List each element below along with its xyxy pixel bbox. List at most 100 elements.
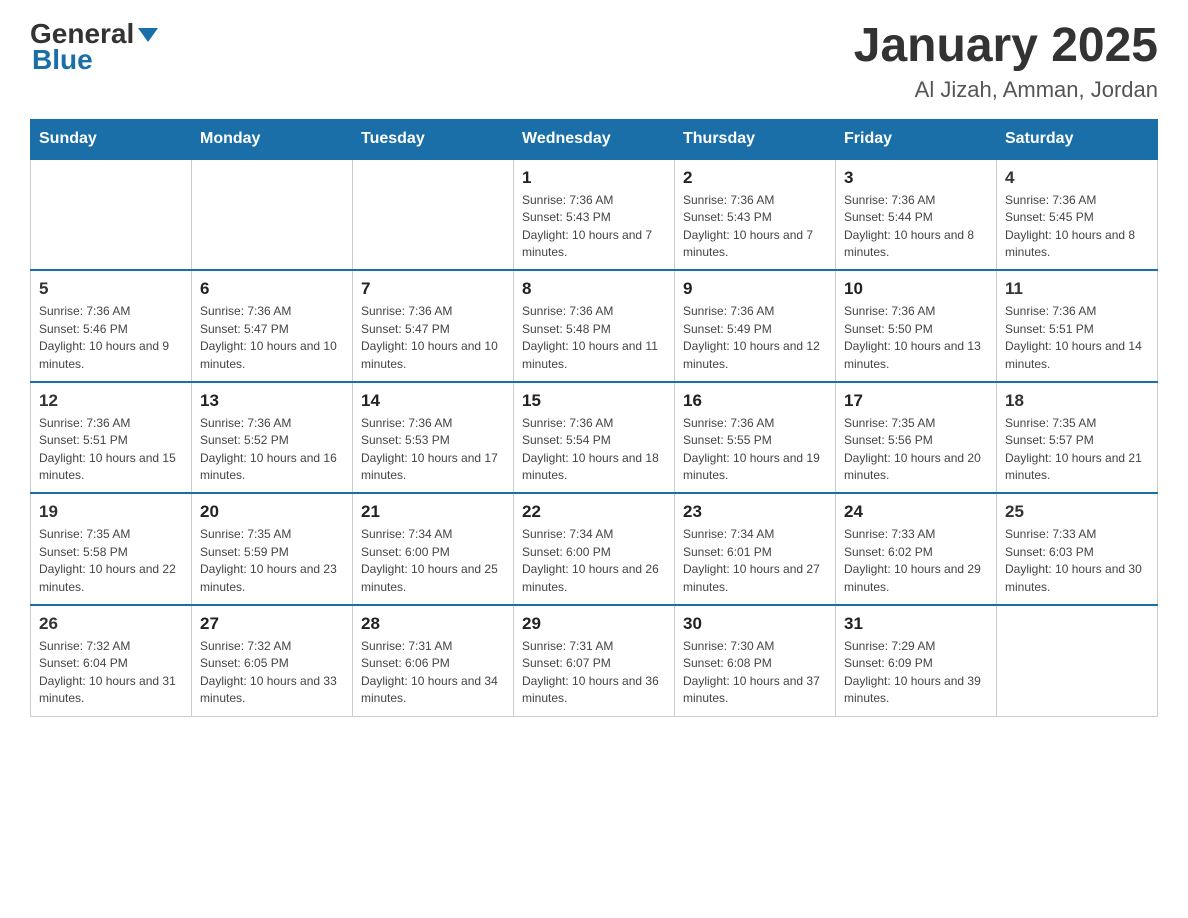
day-cell: 14 Sunrise: 7:36 AMSunset: 5:53 PMDayligh… xyxy=(353,382,514,494)
day-info: Sunrise: 7:34 AMSunset: 6:00 PMDaylight:… xyxy=(361,526,505,596)
title-block: January 2025 Al Jizah, Amman, Jordan xyxy=(854,20,1158,103)
day-info: Sunrise: 7:36 AMSunset: 5:48 PMDaylight:… xyxy=(522,303,666,373)
day-cell: 13 Sunrise: 7:36 AMSunset: 5:52 PMDayligh… xyxy=(192,382,353,494)
day-number: 23 xyxy=(683,502,827,522)
day-number: 27 xyxy=(200,614,344,634)
day-number: 20 xyxy=(200,502,344,522)
day-cell: 4 Sunrise: 7:36 AMSunset: 5:45 PMDaylight… xyxy=(997,159,1158,271)
day-cell: 30Sunrise: 7:30 AMSunset: 6:08 PMDayligh… xyxy=(675,605,836,716)
header-friday: Friday xyxy=(836,119,997,159)
day-cell: 1 Sunrise: 7:36 AMSunset: 5:43 PMDaylight… xyxy=(514,159,675,271)
week-row-2: 5 Sunrise: 7:36 AMSunset: 5:46 PMDaylight… xyxy=(31,270,1158,382)
day-number: 10 xyxy=(844,279,988,299)
day-number: 11 xyxy=(1005,279,1149,299)
header-tuesday: Tuesday xyxy=(353,119,514,159)
day-info: Sunrise: 7:36 AMSunset: 5:53 PMDaylight:… xyxy=(361,415,505,485)
day-number: 29 xyxy=(522,614,666,634)
week-row-4: 19Sunrise: 7:35 AMSunset: 5:58 PMDayligh… xyxy=(31,493,1158,605)
day-number: 17 xyxy=(844,391,988,411)
calendar-body: 1 Sunrise: 7:36 AMSunset: 5:43 PMDaylight… xyxy=(31,159,1158,716)
day-cell xyxy=(31,159,192,271)
day-info: Sunrise: 7:32 AMSunset: 6:04 PMDaylight:… xyxy=(39,638,183,708)
logo-arrow-icon xyxy=(138,28,158,42)
day-info: Sunrise: 7:36 AMSunset: 5:43 PMDaylight:… xyxy=(683,192,827,262)
day-cell: 18Sunrise: 7:35 AMSunset: 5:57 PMDayligh… xyxy=(997,382,1158,494)
day-info: Sunrise: 7:33 AMSunset: 6:02 PMDaylight:… xyxy=(844,526,988,596)
day-info: Sunrise: 7:36 AMSunset: 5:52 PMDaylight:… xyxy=(200,415,344,485)
day-cell: 23 Sunrise: 7:34 AMSunset: 6:01 PMDayligh… xyxy=(675,493,836,605)
week-row-3: 12 Sunrise: 7:36 AMSunset: 5:51 PMDayligh… xyxy=(31,382,1158,494)
day-cell: 6Sunrise: 7:36 AMSunset: 5:47 PMDaylight… xyxy=(192,270,353,382)
day-number: 14 xyxy=(361,391,505,411)
day-cell: 12 Sunrise: 7:36 AMSunset: 5:51 PMDayligh… xyxy=(31,382,192,494)
calendar-table: SundayMondayTuesdayWednesdayThursdayFrid… xyxy=(30,119,1158,717)
week-row-1: 1 Sunrise: 7:36 AMSunset: 5:43 PMDaylight… xyxy=(31,159,1158,271)
day-info: Sunrise: 7:35 AMSunset: 5:59 PMDaylight:… xyxy=(200,526,344,596)
day-cell: 27 Sunrise: 7:32 AMSunset: 6:05 PMDayligh… xyxy=(192,605,353,716)
day-cell: 9Sunrise: 7:36 AMSunset: 5:49 PMDaylight… xyxy=(675,270,836,382)
day-cell: 5 Sunrise: 7:36 AMSunset: 5:46 PMDaylight… xyxy=(31,270,192,382)
day-number: 1 xyxy=(522,168,666,188)
day-cell: 24 Sunrise: 7:33 AMSunset: 6:02 PMDayligh… xyxy=(836,493,997,605)
day-number: 3 xyxy=(844,168,988,188)
day-info: Sunrise: 7:33 AMSunset: 6:03 PMDaylight:… xyxy=(1005,526,1149,596)
day-number: 12 xyxy=(39,391,183,411)
day-number: 5 xyxy=(39,279,183,299)
day-info: Sunrise: 7:29 AMSunset: 6:09 PMDaylight:… xyxy=(844,638,988,708)
header-sunday: Sunday xyxy=(31,119,192,159)
day-info: Sunrise: 7:36 AMSunset: 5:51 PMDaylight:… xyxy=(39,415,183,485)
day-info: Sunrise: 7:36 AMSunset: 5:55 PMDaylight:… xyxy=(683,415,827,485)
day-number: 28 xyxy=(361,614,505,634)
day-number: 13 xyxy=(200,391,344,411)
day-cell: 21 Sunrise: 7:34 AMSunset: 6:00 PMDayligh… xyxy=(353,493,514,605)
day-number: 25 xyxy=(1005,502,1149,522)
week-row-5: 26 Sunrise: 7:32 AMSunset: 6:04 PMDayligh… xyxy=(31,605,1158,716)
logo: General Blue xyxy=(30,20,158,74)
day-cell: 15Sunrise: 7:36 AMSunset: 5:54 PMDayligh… xyxy=(514,382,675,494)
day-cell xyxy=(353,159,514,271)
calendar-subtitle: Al Jizah, Amman, Jordan xyxy=(854,77,1158,103)
header-monday: Monday xyxy=(192,119,353,159)
day-number: 31 xyxy=(844,614,988,634)
day-cell xyxy=(192,159,353,271)
day-cell: 7Sunrise: 7:36 AMSunset: 5:47 PMDaylight… xyxy=(353,270,514,382)
day-cell xyxy=(997,605,1158,716)
day-info: Sunrise: 7:36 AMSunset: 5:49 PMDaylight:… xyxy=(683,303,827,373)
day-info: Sunrise: 7:32 AMSunset: 6:05 PMDaylight:… xyxy=(200,638,344,708)
day-info: Sunrise: 7:31 AMSunset: 6:06 PMDaylight:… xyxy=(361,638,505,708)
day-cell: 26 Sunrise: 7:32 AMSunset: 6:04 PMDayligh… xyxy=(31,605,192,716)
day-info: Sunrise: 7:36 AMSunset: 5:44 PMDaylight:… xyxy=(844,192,988,262)
day-number: 16 xyxy=(683,391,827,411)
day-info: Sunrise: 7:35 AMSunset: 5:57 PMDaylight:… xyxy=(1005,415,1149,485)
day-number: 26 xyxy=(39,614,183,634)
day-number: 4 xyxy=(1005,168,1149,188)
day-info: Sunrise: 7:36 AMSunset: 5:43 PMDaylight:… xyxy=(522,192,666,262)
day-info: Sunrise: 7:30 AMSunset: 6:08 PMDaylight:… xyxy=(683,638,827,708)
calendar-header: SundayMondayTuesdayWednesdayThursdayFrid… xyxy=(31,119,1158,159)
day-cell: 16 Sunrise: 7:36 AMSunset: 5:55 PMDayligh… xyxy=(675,382,836,494)
day-cell: 29Sunrise: 7:31 AMSunset: 6:07 PMDayligh… xyxy=(514,605,675,716)
day-info: Sunrise: 7:36 AMSunset: 5:47 PMDaylight:… xyxy=(361,303,505,373)
day-info: Sunrise: 7:34 AMSunset: 6:00 PMDaylight:… xyxy=(522,526,666,596)
day-info: Sunrise: 7:36 AMSunset: 5:47 PMDaylight:… xyxy=(200,303,344,373)
day-number: 8 xyxy=(522,279,666,299)
day-info: Sunrise: 7:35 AMSunset: 5:56 PMDaylight:… xyxy=(844,415,988,485)
day-cell: 8 Sunrise: 7:36 AMSunset: 5:48 PMDaylight… xyxy=(514,270,675,382)
day-number: 21 xyxy=(361,502,505,522)
header-thursday: Thursday xyxy=(675,119,836,159)
day-cell: 31 Sunrise: 7:29 AMSunset: 6:09 PMDayligh… xyxy=(836,605,997,716)
day-cell: 28 Sunrise: 7:31 AMSunset: 6:06 PMDayligh… xyxy=(353,605,514,716)
day-cell: 25 Sunrise: 7:33 AMSunset: 6:03 PMDayligh… xyxy=(997,493,1158,605)
day-info: Sunrise: 7:36 AMSunset: 5:50 PMDaylight:… xyxy=(844,303,988,373)
day-number: 2 xyxy=(683,168,827,188)
day-cell: 10 Sunrise: 7:36 AMSunset: 5:50 PMDayligh… xyxy=(836,270,997,382)
day-info: Sunrise: 7:36 AMSunset: 5:46 PMDaylight:… xyxy=(39,303,183,373)
calendar-title: January 2025 xyxy=(854,20,1158,73)
day-cell: 19Sunrise: 7:35 AMSunset: 5:58 PMDayligh… xyxy=(31,493,192,605)
day-info: Sunrise: 7:35 AMSunset: 5:58 PMDaylight:… xyxy=(39,526,183,596)
day-info: Sunrise: 7:36 AMSunset: 5:45 PMDaylight:… xyxy=(1005,192,1149,262)
day-info: Sunrise: 7:34 AMSunset: 6:01 PMDaylight:… xyxy=(683,526,827,596)
weekday-header-row: SundayMondayTuesdayWednesdayThursdayFrid… xyxy=(31,119,1158,159)
header-saturday: Saturday xyxy=(997,119,1158,159)
day-number: 24 xyxy=(844,502,988,522)
